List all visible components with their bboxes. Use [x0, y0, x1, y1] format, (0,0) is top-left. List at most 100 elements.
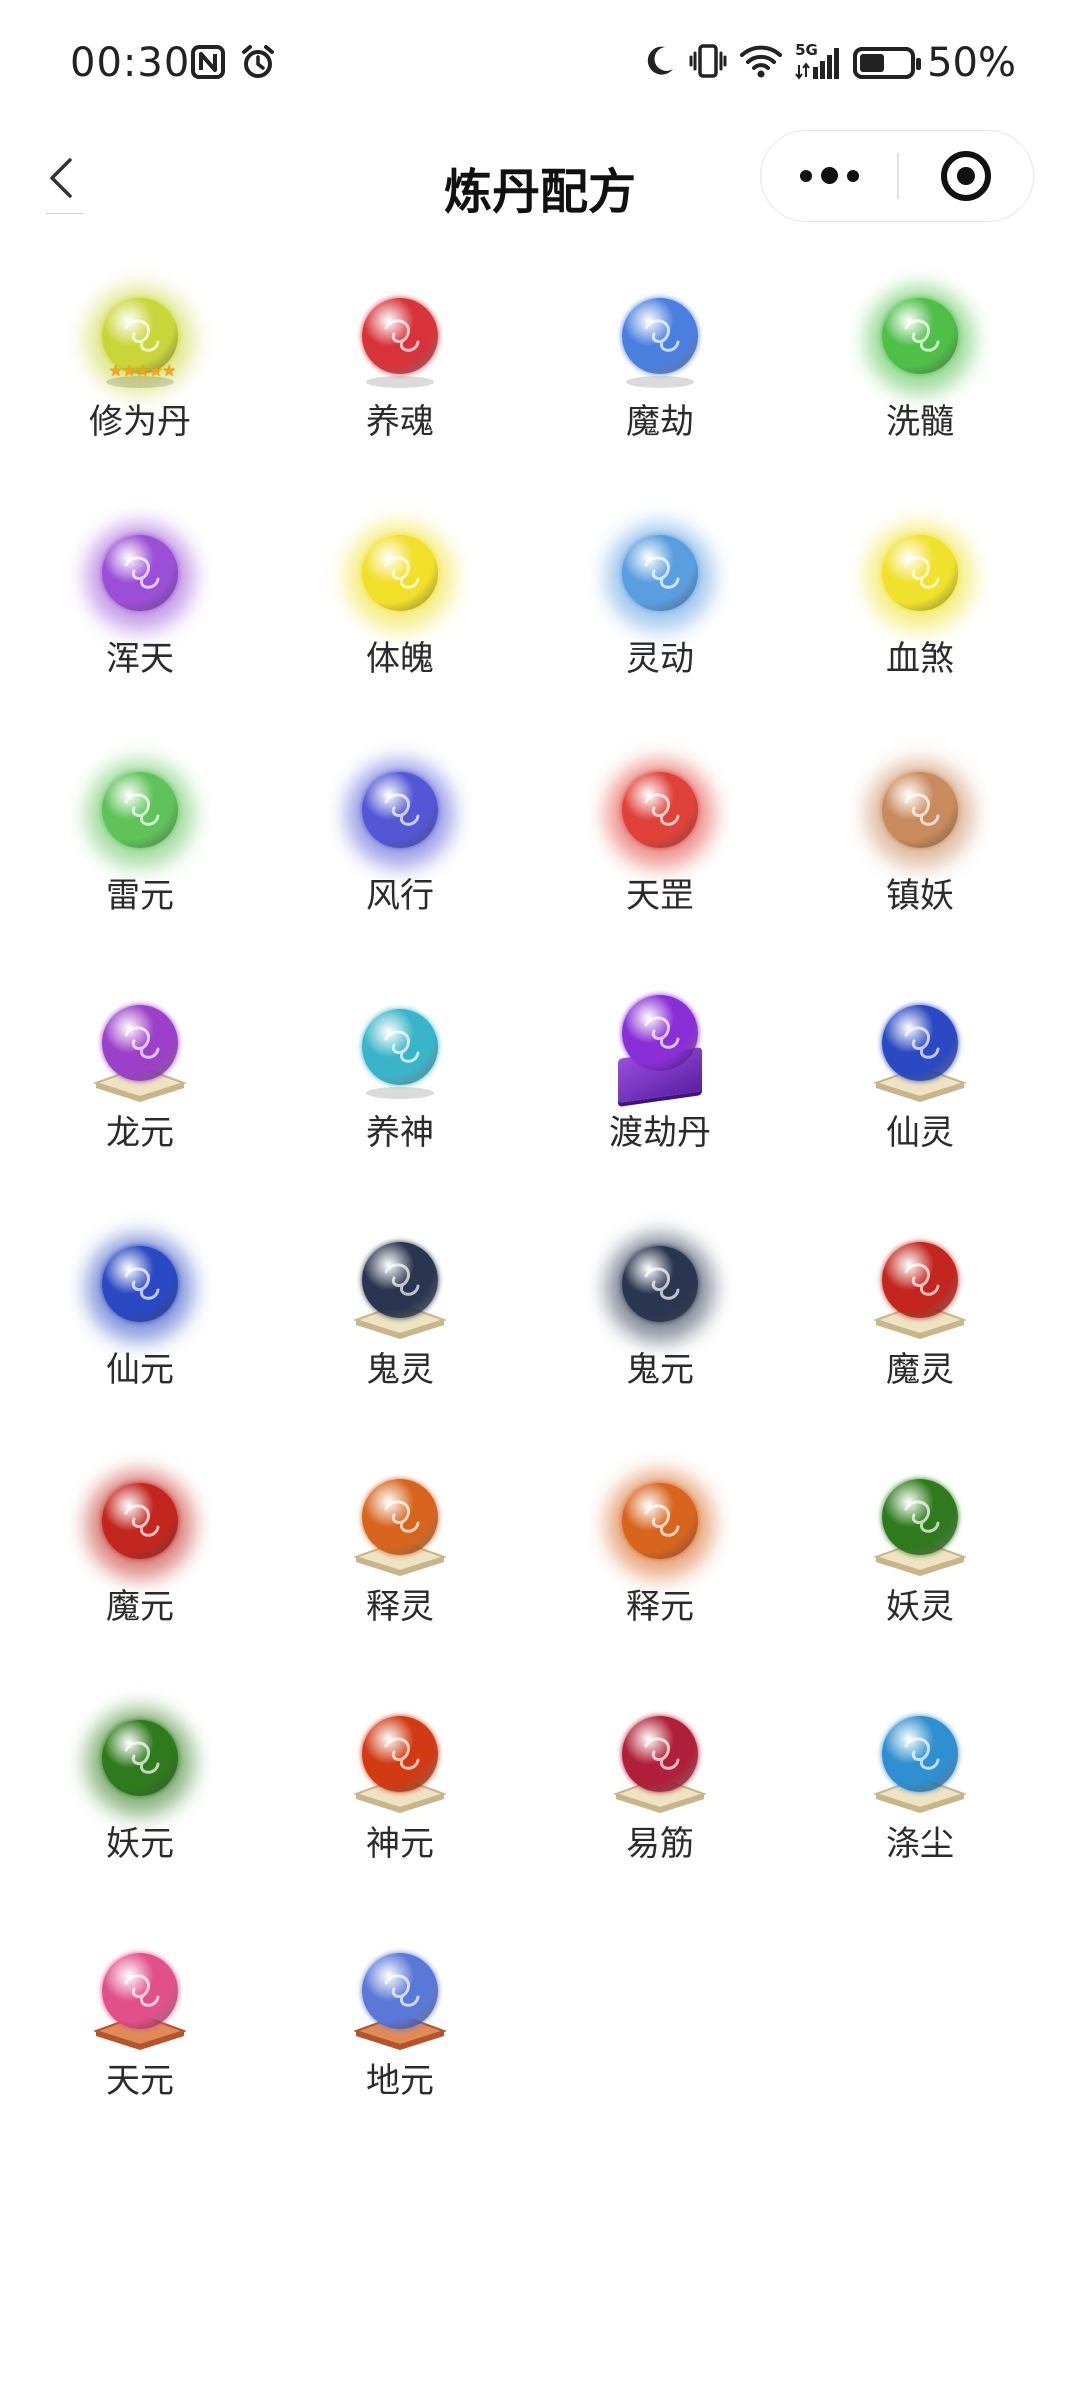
status-time: 00:30	[70, 40, 191, 86]
recipe-label: 修为丹	[89, 402, 191, 442]
recipe-item[interactable]: ★★★★★ 修为丹	[10, 250, 270, 487]
pill-icon	[80, 517, 200, 637]
recipe-item[interactable]: 养神	[270, 961, 530, 1198]
pill-icon	[80, 1939, 200, 2059]
recipe-item[interactable]: 妖灵	[790, 1435, 1050, 1672]
pill-icon	[340, 991, 460, 1111]
signal-icon: 5G	[795, 41, 841, 81]
recipe-item[interactable]: 仙元	[10, 1198, 270, 1435]
recipe-item[interactable]: 鬼灵	[270, 1198, 530, 1435]
status-bar: 00:30 5G 50%	[0, 0, 1080, 130]
recipe-item[interactable]: 魔元	[10, 1435, 270, 1672]
pill-icon	[340, 517, 460, 637]
vibrate-icon	[689, 43, 727, 83]
recipe-item[interactable]: 鬼元	[530, 1198, 790, 1435]
recipe-item[interactable]: 妖元	[10, 1672, 270, 1909]
recipe-label: 魔劫	[626, 402, 694, 442]
battery-percent: 50%	[927, 40, 1016, 86]
more-dots-icon	[820, 167, 838, 184]
pill-icon	[600, 991, 720, 1111]
recipe-item[interactable]: 镇妖	[790, 724, 1050, 961]
recipe-label: 镇妖	[886, 876, 954, 916]
pill-icon	[600, 1228, 720, 1348]
recipe-item[interactable]: 洗髓	[790, 250, 1050, 487]
recipe-label: 易筋	[626, 1824, 694, 1864]
recipe-label: 天元	[106, 2061, 174, 2101]
pill-icon	[860, 1465, 980, 1585]
recipe-label: 体魄	[366, 639, 434, 679]
recipe-label: 妖元	[106, 1824, 174, 1864]
recipe-label: 天罡	[626, 876, 694, 916]
pill-icon	[600, 1702, 720, 1822]
moon-icon	[643, 43, 677, 83]
more-button[interactable]	[761, 131, 897, 220]
recipe-item[interactable]: 雷元	[10, 724, 270, 961]
pill-icon	[80, 1702, 200, 1822]
recipe-item[interactable]: 释灵	[270, 1435, 530, 1672]
recipe-label: 释灵	[366, 1587, 434, 1627]
pill-icon	[80, 1465, 200, 1585]
recipe-item[interactable]: 易筋	[530, 1672, 790, 1909]
recipe-label: 魔元	[106, 1587, 174, 1627]
recipe-item[interactable]: 魔劫	[530, 250, 790, 487]
recipe-item[interactable]: 灵动	[530, 487, 790, 724]
recipe-item[interactable]: 释元	[530, 1435, 790, 1672]
target-circle-icon	[941, 150, 991, 201]
status-left-icons	[190, 44, 276, 84]
recipe-item[interactable]: 天罡	[530, 724, 790, 961]
recipe-label: 魔灵	[886, 1350, 954, 1390]
pill-icon	[340, 754, 460, 874]
pill-icon	[860, 280, 980, 400]
recipe-item[interactable]: 风行	[270, 724, 530, 961]
recipe-label: 地元	[366, 2061, 434, 2101]
pill-icon	[340, 1939, 460, 2059]
more-dots-icon	[846, 169, 859, 182]
recipe-item[interactable]: 仙灵	[790, 961, 1050, 1198]
recipe-item[interactable]: 神元	[270, 1672, 530, 1909]
pill-icon: ★★★★★	[80, 280, 200, 400]
recipe-item[interactable]: 渡劫丹	[530, 961, 790, 1198]
recipe-item[interactable]: 养魂	[270, 250, 530, 487]
more-dots-icon	[799, 169, 812, 182]
pill-icon	[340, 1702, 460, 1822]
pill-icon	[80, 991, 200, 1111]
recipe-label: 鬼灵	[366, 1350, 434, 1390]
close-miniprogram-button[interactable]	[899, 131, 1033, 220]
battery-icon	[853, 47, 922, 79]
recipe-item[interactable]: 浑天	[10, 487, 270, 724]
recipe-item[interactable]: 地元	[270, 1909, 530, 2146]
star-rating-icon: ★★★★★	[108, 361, 177, 380]
alarm-icon	[240, 44, 276, 84]
recipe-label: 神元	[366, 1824, 434, 1864]
recipe-label: 涤尘	[886, 1824, 954, 1864]
recipe-item[interactable]: 魔灵	[790, 1198, 1050, 1435]
recipe-grid: ★★★★★ 修为丹 养魂 魔劫 洗髓浑天 体魄 灵动 血煞雷元 风行 天罡 镇妖龙元 养神 渡劫丹 仙灵仙…	[0, 250, 1080, 2146]
pill-icon	[600, 754, 720, 874]
recipe-label: 妖灵	[886, 1587, 954, 1627]
recipe-label: 仙灵	[886, 1113, 954, 1153]
recipe-label: 释元	[626, 1587, 694, 1627]
pill-icon	[340, 1228, 460, 1348]
recipe-label: 风行	[366, 876, 434, 916]
recipe-label: 鬼元	[626, 1350, 694, 1390]
pill-icon	[80, 1228, 200, 1348]
recipe-label: 仙元	[106, 1350, 174, 1390]
recipe-item[interactable]: 涤尘	[790, 1672, 1050, 1909]
pill-icon	[860, 517, 980, 637]
pill-icon	[80, 754, 200, 874]
recipe-label: 浑天	[106, 639, 174, 679]
battery-fill	[860, 54, 885, 72]
recipe-label: 灵动	[626, 639, 694, 679]
menu-capsule	[760, 130, 1034, 222]
recipe-item[interactable]: 龙元	[10, 961, 270, 1198]
recipe-label: 养魂	[366, 402, 434, 442]
pill-icon	[860, 1702, 980, 1822]
recipe-item[interactable]: 体魄	[270, 487, 530, 724]
pill-icon	[860, 754, 980, 874]
recipe-label: 血煞	[886, 639, 954, 679]
recipe-item[interactable]: 血煞	[790, 487, 1050, 724]
status-right-icons: 5G 50%	[643, 40, 1016, 86]
pill-icon	[340, 280, 460, 400]
recipe-item[interactable]: 天元	[10, 1909, 270, 2146]
recipe-label: 洗髓	[886, 402, 954, 442]
